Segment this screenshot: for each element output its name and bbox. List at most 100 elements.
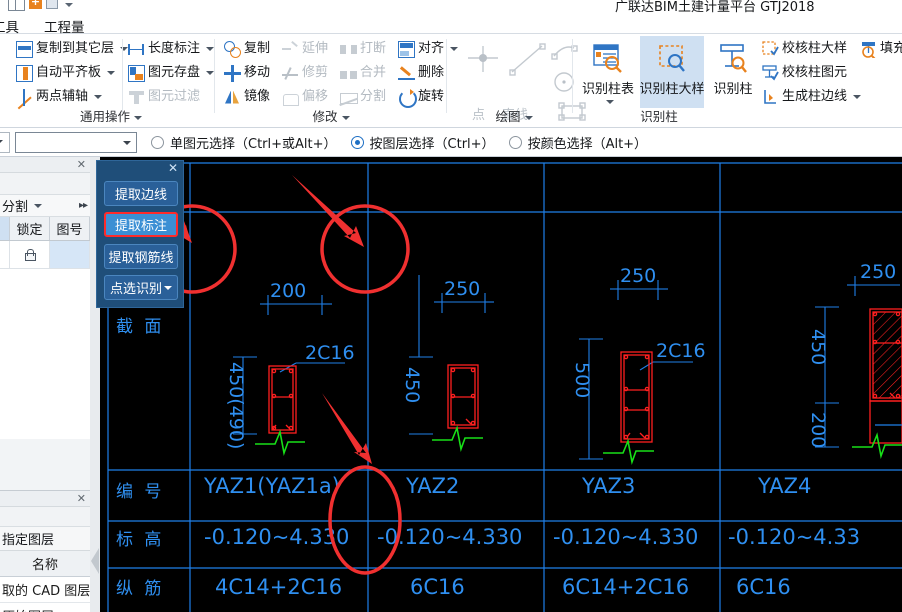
chevron-down-icon[interactable] bbox=[107, 71, 116, 75]
left-panel-header: ✕ bbox=[0, 157, 90, 173]
cad-cell-rebar-4: 6C16 bbox=[736, 575, 791, 599]
draw-shapes-icons bbox=[468, 43, 578, 92]
check-column-detail-icon bbox=[762, 40, 779, 55]
customize-caret-icon[interactable] bbox=[65, 2, 73, 7]
chevron-down-icon[interactable] bbox=[206, 47, 215, 51]
ribbon-item-two-point-axis[interactable]: 两点辅轴 bbox=[14, 86, 104, 108]
ribbon-item-length-dimension[interactable]: 长度标注 bbox=[126, 38, 216, 60]
mirror-icon bbox=[224, 89, 241, 106]
check-column-detail-button[interactable]: 校核柱大样 bbox=[760, 38, 849, 60]
radio-single-element-select[interactable]: 单图元选择（Ctrl+或Alt+） bbox=[151, 133, 337, 152]
fill-recognize-label: 填充识别 bbox=[880, 41, 902, 56]
left-dock-panel-bottom: ✕ 指定图层 名称 取的 CAD 图层 原始图层 bbox=[0, 490, 90, 612]
recognize-column-detail-button[interactable]: 识别柱大样 bbox=[640, 36, 705, 108]
check-column-element-button[interactable]: 校核柱图元 bbox=[760, 62, 849, 84]
grid-icon[interactable] bbox=[8, 0, 25, 11]
chevron-down-icon[interactable] bbox=[341, 115, 350, 120]
chevron-down-icon[interactable] bbox=[34, 203, 43, 208]
radio-icon[interactable] bbox=[151, 135, 164, 149]
cad-leader-1: 2C16 bbox=[305, 342, 355, 364]
split-label: 分割 bbox=[2, 200, 29, 215]
cad-section-rect-1 bbox=[268, 365, 297, 434]
add-icon[interactable]: + bbox=[29, 0, 42, 9]
ribbon-item-label: 对齐 bbox=[418, 41, 445, 56]
ribbon-item-label: 偏移 bbox=[302, 89, 329, 104]
recognize-column-icon bbox=[720, 44, 747, 73]
ribbon-group-caption: 识别柱 bbox=[496, 106, 822, 125]
ribbon-group-modify: 复制 移动 镜像 延伸 修剪 偏移 打断 合并 分割 对齐 删除 旋转 修改 bbox=[218, 34, 459, 128]
close-icon[interactable]: ✕ bbox=[168, 161, 178, 175]
cad-break-wave-4 bbox=[852, 432, 902, 460]
chevron-down-icon[interactable] bbox=[134, 115, 142, 120]
selection-dropdown-button[interactable] bbox=[0, 131, 10, 153]
radio-icon[interactable] bbox=[508, 135, 522, 149]
ribbon-item-label: 合并 bbox=[360, 65, 387, 80]
length-dimension-icon bbox=[128, 41, 145, 58]
recognize-column-button[interactable]: 识别柱 bbox=[707, 36, 759, 108]
cad-canvas[interactable]: 截 面 编 号 标 高 纵 筋 200 450(490) 2C16 YAZ1(Y… bbox=[100, 157, 902, 612]
extract-edge-button[interactable]: 提取边线 bbox=[104, 181, 178, 206]
chevron-down-icon[interactable] bbox=[94, 95, 103, 99]
cad-break-wave-3 bbox=[603, 438, 654, 466]
ribbon-item-element-save[interactable]: 图元存盘 bbox=[126, 62, 216, 84]
ribbon-item-label: 分割 bbox=[360, 89, 387, 104]
ribbon-item-rotate[interactable]: 旋转 bbox=[396, 86, 446, 108]
cad-cell-number-1: YAZ1(YAZ1a) bbox=[203, 474, 340, 498]
save-icon[interactable] bbox=[46, 0, 58, 9]
ribbon-item-mirror[interactable]: 镜像 bbox=[222, 86, 272, 108]
table-header-lock[interactable]: 锁定 bbox=[10, 217, 50, 240]
fill-recognize-icon bbox=[862, 41, 876, 58]
ribbon-group-caption[interactable]: 通用操作 bbox=[0, 106, 222, 125]
annotation-arrow-2 bbox=[292, 175, 364, 247]
ribbon-item-auto-flat-slab[interactable]: 自动平齐板 bbox=[14, 62, 117, 84]
ribbon-item-label: 旋转 bbox=[418, 89, 445, 104]
extract-rebar-line-button[interactable]: 提取钢筋线 bbox=[104, 244, 178, 269]
table-cell-drawing-no[interactable] bbox=[50, 241, 90, 268]
lock-icon[interactable] bbox=[24, 248, 36, 261]
ribbon-item-copy-to-layer[interactable]: 复制到其它层 bbox=[14, 38, 130, 60]
left-panel-split-row[interactable]: 分割 ▸▸ bbox=[0, 195, 90, 217]
ribbon-item-move[interactable]: 移动 bbox=[222, 62, 272, 84]
layer-combo-input[interactable] bbox=[15, 131, 137, 153]
ribbon-item-label: 图元存盘 bbox=[148, 65, 201, 80]
close-icon[interactable]: ✕ bbox=[77, 158, 86, 171]
cad-section-rect-4 bbox=[869, 308, 902, 444]
ribbon-item-extend: 延伸 bbox=[280, 38, 330, 60]
fill-recognize-button[interactable]: 填充识别 bbox=[858, 38, 902, 60]
chevron-down-icon[interactable] bbox=[164, 285, 172, 290]
overflow-icon[interactable]: ▸▸ bbox=[79, 200, 88, 211]
recognize-column-table-button[interactable]: 识别柱表 bbox=[576, 36, 640, 108]
point-select-recognize-button[interactable]: 点选识别 bbox=[104, 275, 178, 300]
chevron-down-icon[interactable] bbox=[853, 95, 862, 99]
list-item[interactable]: 取的 CAD 图层 bbox=[0, 577, 90, 603]
table-cell-select[interactable] bbox=[0, 241, 10, 268]
table-header-drawing-no[interactable]: 图号 bbox=[50, 217, 90, 240]
table-cell-lock[interactable] bbox=[10, 241, 50, 268]
generate-column-edge-icon bbox=[764, 89, 776, 104]
cad-column-2-detail: 250 450 YAZ2 -0.120~4.330 6C16 bbox=[377, 275, 522, 599]
ribbon-item-copy[interactable]: 复制 bbox=[222, 38, 272, 60]
cad-drawing: 截 面 编 号 标 高 纵 筋 200 450(490) 2C16 YAZ1(Y… bbox=[107, 162, 902, 612]
chevron-down-icon[interactable] bbox=[605, 100, 614, 104]
ribbon-item-delete[interactable]: 删除 bbox=[396, 62, 446, 84]
radio-icon[interactable] bbox=[350, 135, 364, 149]
table-row[interactable] bbox=[0, 241, 90, 269]
ribbon-item-label: 移动 bbox=[244, 65, 271, 80]
radio-layer-select[interactable]: 按图层选择（Ctrl+） bbox=[350, 133, 495, 152]
assign-layer-column-header[interactable]: 名称 bbox=[0, 551, 90, 577]
close-icon[interactable]: ✕ bbox=[77, 492, 86, 505]
extraction-float-panel[interactable]: ✕ 提取边线 提取标注 提取钢筋线 点选识别 bbox=[96, 160, 184, 308]
ribbon-group-caption[interactable]: 修改 bbox=[218, 106, 444, 125]
delete-icon bbox=[398, 65, 415, 82]
chevron-down-icon[interactable] bbox=[123, 140, 131, 145]
quick-access-toolbar[interactable]: + bbox=[8, 0, 73, 11]
generate-column-edge-button[interactable]: 生成柱边线 bbox=[760, 86, 863, 108]
copy-icon bbox=[224, 40, 241, 58]
cad-break-wave-1 bbox=[255, 429, 305, 457]
extract-annotation-button[interactable]: 提取标注 bbox=[104, 212, 178, 237]
list-item[interactable]: 原始图层 bbox=[0, 603, 90, 612]
chevron-down-icon[interactable] bbox=[206, 71, 215, 75]
offset-icon bbox=[282, 89, 299, 106]
radio-color-select[interactable]: 按颜色选择（Alt+） bbox=[508, 133, 647, 152]
break-icon bbox=[340, 41, 357, 58]
